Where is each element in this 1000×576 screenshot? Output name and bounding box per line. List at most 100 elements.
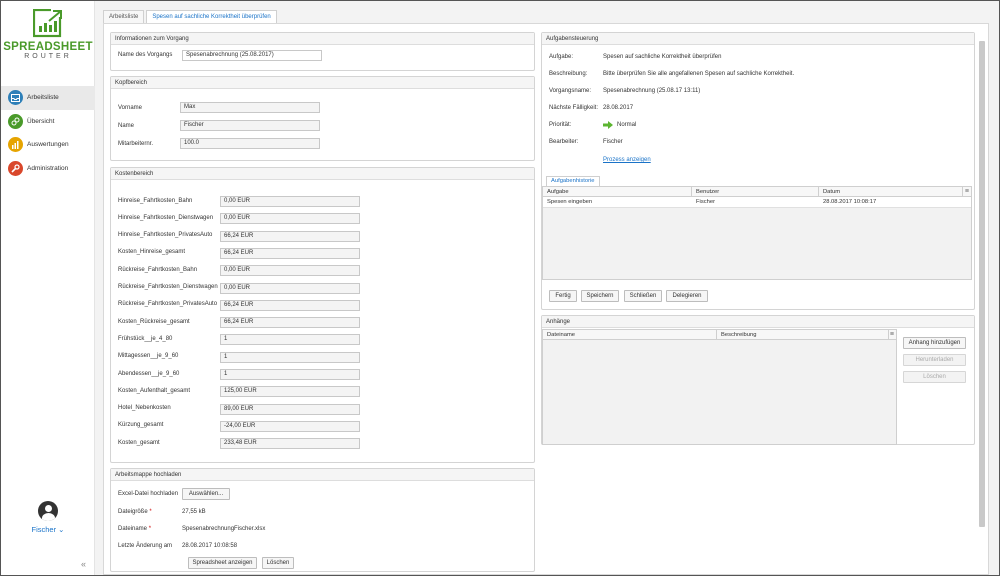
delete-file-button[interactable]: Löschen <box>262 557 294 569</box>
kosten-value-field[interactable]: 0,00 EUR <box>220 196 360 207</box>
task-panel: Aufgabensteuerung Aufgabe: Spesen auf sac… <box>541 32 975 310</box>
kosten-value-field[interactable]: 0,00 EUR <box>220 282 360 294</box>
kosten-value-field[interactable]: 125,00 EUR <box>220 386 360 398</box>
name-field[interactable]: Fischer <box>180 120 320 131</box>
delegieren-button[interactable]: Delegieren <box>666 290 708 302</box>
column-header-benutzer[interactable]: Benutzer <box>692 187 819 197</box>
field-label: Vorname <box>118 105 143 111</box>
mitarbeiternr-field[interactable]: 100.0 <box>180 138 320 149</box>
sidebar-item-label: Administration <box>27 164 69 172</box>
field-label: Mitarbeiternr. <box>118 141 154 147</box>
field-label: Rückreise_Fahrtkosten_PrivatesAuto <box>118 301 218 308</box>
field-label: Name des Vorgangs <box>118 52 173 58</box>
field-label: Name <box>118 123 135 129</box>
upload-panel: Arbeitsmappe hochladen Excel-Datei hochl… <box>110 468 535 572</box>
field-label: Kosten_Hinreise_gesamt <box>118 249 186 256</box>
field-label: Hinreise_Fahrtkosten_Dienstwagen <box>118 214 214 221</box>
schliessen-button[interactable]: Schließen <box>624 290 662 302</box>
kosten-value-field[interactable]: 66,24 EUR <box>220 299 360 311</box>
task-label: Vorgangsname: <box>549 88 592 94</box>
field-label: Rückreise_Fahrtkosten_Dienstwagen <box>118 284 218 290</box>
panel-title: Informationen zum Vorgang <box>111 33 534 45</box>
kosten-value-field[interactable]: 233,48 EUR <box>220 438 360 450</box>
logo-icon <box>33 9 63 38</box>
user-menu[interactable]: Fischer ⌄ <box>1 501 95 534</box>
field-label: Abendessen__je_9_60 <box>118 370 180 377</box>
download-attachment-button[interactable]: Herunterladen <box>903 354 966 366</box>
panel-title: Arbeitsmappe hochladen <box>111 469 534 481</box>
sidebar-item-arbeitsliste[interactable]: Arbeitsliste <box>1 86 95 110</box>
collapse-sidebar-icon[interactable]: « <box>81 559 86 569</box>
column-header-beschreibung[interactable]: Beschreibung <box>717 330 889 340</box>
kopf-panel: Kopfbereich Vorname Max Name Fischer Mit… <box>110 76 535 161</box>
kosten-value-field[interactable]: 1 <box>220 334 360 346</box>
task-value: Bitte überprüfen Sie alle angefallenen S… <box>603 71 795 77</box>
process-link[interactable]: Prozess anzeigen <box>603 157 651 163</box>
task-label: Nächste Fälligkeit: <box>549 105 599 111</box>
app-logo: SPREADSHEET ROUTER <box>1 9 95 69</box>
kosten-value-field[interactable]: 66,24 EUR <box>220 247 360 259</box>
link-icon <box>8 113 23 129</box>
task-content: Informationen zum Vorgang Name des Vorga… <box>103 23 989 575</box>
field-label: Hotel_Nebenkosten <box>118 405 171 412</box>
kosten-value-field[interactable]: -24,00 EUR <box>220 420 360 432</box>
column-header-dateiname[interactable]: Dateiname <box>543 330 717 340</box>
kosten-value-field[interactable]: 66,24 EUR <box>220 230 360 242</box>
attachments-panel: Anhänge Dateiname Beschreibung ≡ Anhang … <box>541 315 975 445</box>
logo-text-sub: ROUTER <box>24 53 72 60</box>
sidebar-item-uebersicht[interactable]: Übersicht <box>1 110 95 134</box>
kosten-value-field[interactable]: 89,00 EUR <box>220 403 360 415</box>
info-panel: Informationen zum Vorgang Name des Vorga… <box>110 32 535 71</box>
tab-arbeitsliste[interactable]: Arbeitsliste <box>103 10 145 23</box>
fertig-button[interactable]: Fertig <box>549 290 577 302</box>
choose-file-button[interactable]: Auswählen... <box>182 488 230 500</box>
field-label: Kosten_gesamt <box>118 439 160 446</box>
tab-aufgabenhistorie[interactable]: Aufgabenhistorie <box>546 176 600 186</box>
priority-arrow-icon <box>603 121 613 131</box>
add-attachment-button[interactable]: Anhang hinzufügen <box>903 337 966 349</box>
wrench-icon <box>8 160 23 176</box>
table-header: Dateiname Beschreibung ≡ <box>543 330 896 340</box>
delete-attachment-button[interactable]: Löschen <box>903 371 966 383</box>
kosten-value-field[interactable]: 0,00 EUR <box>220 213 360 225</box>
size-label: Dateigröße <box>118 509 148 515</box>
vertical-scrollbar[interactable] <box>979 41 985 527</box>
column-menu-icon[interactable]: ≡ <box>965 188 969 196</box>
kosten-value-field[interactable]: 1 <box>220 351 360 363</box>
column-header-aufgabe[interactable]: Aufgabe <box>543 187 692 197</box>
tab-current-task[interactable]: Spesen auf sachliche Korrektheit überprü… <box>146 10 277 23</box>
show-spreadsheet-button[interactable]: Spreadsheet anzeigen <box>188 557 257 569</box>
sidebar-item-label: Übersicht <box>27 117 55 125</box>
column-menu-icon[interactable]: ≡ <box>890 331 894 339</box>
kosten-value-field[interactable]: 66,24 EUR <box>220 317 360 329</box>
kosten-value-field[interactable]: 0,00 EUR <box>220 265 360 277</box>
sidebar-nav: Arbeitsliste Übersicht Auswertungen Admi… <box>1 86 95 180</box>
field-label: Hinreise_Fahrtkosten_PrivatesAuto <box>118 232 213 239</box>
kosten-value-field[interactable]: 1 <box>220 369 360 380</box>
panel-title: Kostenbereich <box>111 168 534 180</box>
history-table: Aufgabe Benutzer Datum ≡ Spesen eingeben… <box>542 186 972 280</box>
speichern-button[interactable]: Speichern <box>581 290 619 302</box>
field-label: Rückreise_Fahrtkosten_Bahn <box>118 266 198 273</box>
column-header-datum[interactable]: Datum <box>819 187 963 197</box>
avatar[interactable] <box>38 501 58 521</box>
tab-bar: Arbeitsliste Spesen auf sachliche Korrek… <box>103 10 279 23</box>
sidebar-item-label: Arbeitsliste <box>27 94 59 102</box>
table-row[interactable]: Spesen eingeben Fischer 28.08.2017 10:08… <box>543 197 971 208</box>
sidebar: SPREADSHEET ROUTER Arbeitsliste Übersich… <box>1 1 95 575</box>
vorname-field[interactable]: Max <box>180 102 320 113</box>
field-label: Letzte Änderung am <box>118 543 173 549</box>
table-cell: 28.08.2017 10:08:17 <box>823 199 877 205</box>
task-label: Beschreibung: <box>549 71 588 77</box>
username[interactable]: Fischer ⌄ <box>1 525 95 534</box>
task-value: Normal <box>617 122 637 128</box>
main-area: Arbeitsliste Spesen auf sachliche Korrek… <box>95 1 999 575</box>
field-label: Kosten_Rückreise_gesamt <box>118 318 190 325</box>
table-cell: Spesen eingeben <box>547 199 593 205</box>
sidebar-item-administration[interactable]: Administration <box>1 157 95 181</box>
process-name-field[interactable]: Spesenabrechnung (25.08.2017) <box>182 50 322 61</box>
sidebar-item-auswertungen[interactable]: Auswertungen <box>1 133 95 157</box>
panel-title: Anhänge <box>542 316 974 328</box>
panel-title: Aufgabensteuerung <box>542 33 974 45</box>
field-label: Mittagessen__je_9_60 <box>118 353 179 360</box>
